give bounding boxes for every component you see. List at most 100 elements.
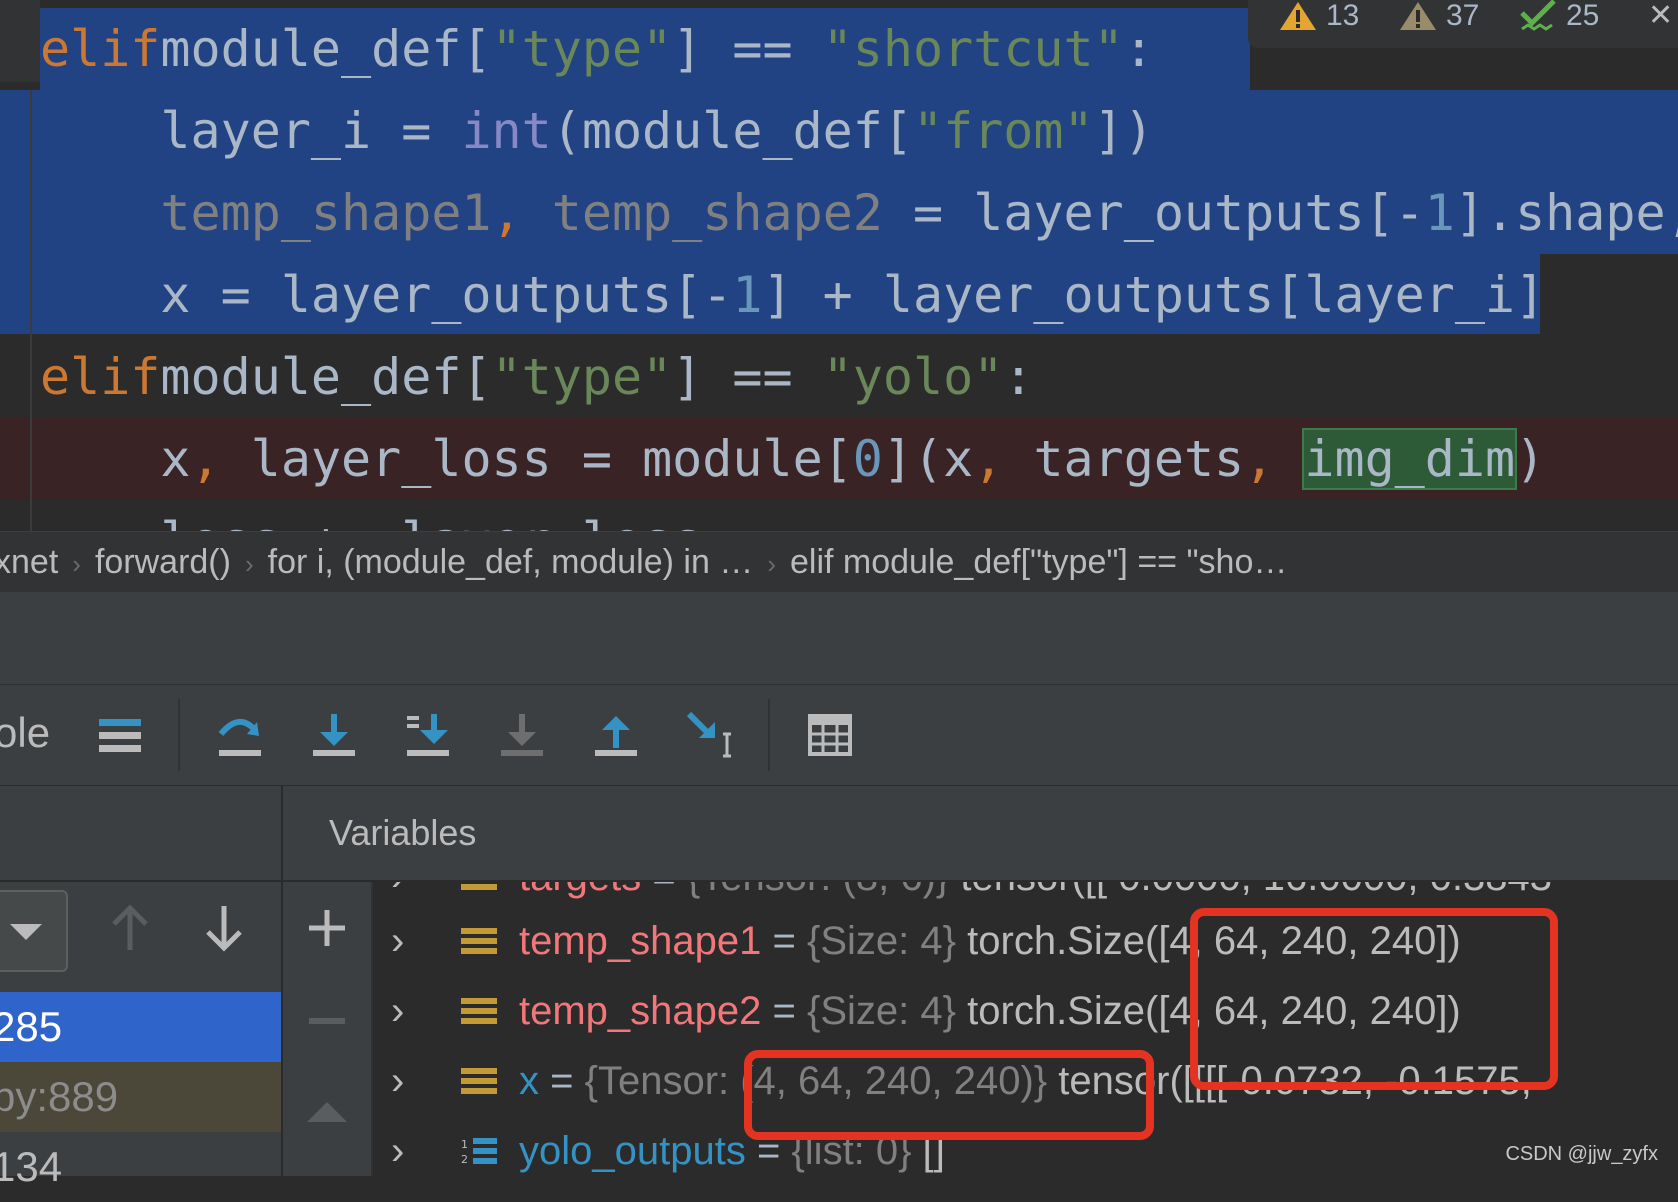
svg-text:2: 2 xyxy=(461,1153,468,1166)
code-token: loss += layer_loss xyxy=(40,512,702,531)
code-token: , xyxy=(190,430,251,488)
code-token: temp_shape2 xyxy=(551,184,883,242)
thread-dropdown[interactable] xyxy=(0,890,68,972)
arrow-down-icon[interactable] xyxy=(204,904,244,952)
code-token: ] == xyxy=(672,20,823,78)
code-line-6-breakpoint[interactable]: x, layer_loss = module[0](x, targets, im… xyxy=(0,418,1678,500)
remove-watch-icon[interactable] xyxy=(307,1016,347,1026)
code-token: "yolo" xyxy=(822,348,1004,406)
code-token: layer_loss = module[ xyxy=(250,430,853,488)
warning-icon xyxy=(1280,2,1316,30)
breadcrumb-item-loop[interactable]: for i, (module_def, module) in … xyxy=(268,543,754,581)
step-out-icon[interactable] xyxy=(588,707,644,763)
code-token: ].shape, xyxy=(1454,184,1678,242)
warnings-count[interactable]: 37 xyxy=(1398,0,1479,36)
code-token: int xyxy=(461,102,552,160)
code-token: = layer_outputs[- xyxy=(882,184,1425,242)
breadcrumb-item-method[interactable]: forward() xyxy=(95,543,231,581)
frame-row[interactable]: py:889 xyxy=(0,1062,281,1132)
step-into-my-code-icon[interactable] xyxy=(400,707,456,763)
code-token: module_def[ xyxy=(160,20,492,78)
chevron-right-icon[interactable]: › xyxy=(391,1046,404,1116)
add-watch-icon[interactable] xyxy=(307,908,347,948)
code-line-2[interactable]: layer_i = int(module_def["from"]) xyxy=(0,90,1678,172)
code-token: ] + layer_outputs[layer_i] xyxy=(762,266,1546,324)
variables-title: Variables xyxy=(329,812,477,853)
code-token: (module_def[ xyxy=(551,102,913,160)
chevron-right-icon[interactable]: › xyxy=(391,1116,404,1176)
frames-panel: 285 py:889 134 xyxy=(0,786,283,1190)
code-token: temp_shape1 xyxy=(40,184,492,242)
force-step-into-icon[interactable] xyxy=(494,707,550,763)
code-token: "type" xyxy=(491,20,673,78)
weak-warning-icon xyxy=(1400,2,1436,30)
frame-row[interactable]: 134 xyxy=(0,1132,281,1202)
code-line-5[interactable]: elifmodule_def["type"] == "yolo": xyxy=(0,336,1678,418)
arrow-up-icon[interactable] xyxy=(110,904,150,952)
code-line-1[interactable]: elifmodule_def["type"] == "shortcut": xyxy=(40,8,1250,90)
field-icon xyxy=(461,928,497,954)
frames-controls xyxy=(0,882,281,974)
code-token: targets xyxy=(1033,430,1245,488)
code-token: "shortcut" xyxy=(822,20,1124,78)
variables-side-toolbar xyxy=(283,882,373,1176)
debug-tool-window-header xyxy=(0,592,1678,685)
typos-count[interactable]: 25 xyxy=(1518,0,1599,36)
code-token: elif xyxy=(40,348,161,406)
variables-header: Variables xyxy=(283,786,1678,882)
list-icon: 12 xyxy=(461,1138,497,1166)
code-token: x xyxy=(40,430,191,488)
code-line-7[interactable]: loss += layer_loss xyxy=(0,500,1678,531)
indent-guide xyxy=(30,90,32,531)
code-token: ]) xyxy=(1093,102,1154,160)
field-icon xyxy=(461,1068,497,1094)
code-token: 0 xyxy=(852,430,883,488)
code-token: elif xyxy=(40,20,161,78)
breadcrumb: xnet › forward() › for i, (module_def, modul… xyxy=(0,531,1678,592)
code-token: 1 xyxy=(732,266,763,324)
field-icon xyxy=(461,884,497,890)
code-token: , xyxy=(491,184,552,242)
frames-header xyxy=(0,786,281,882)
code-token: "from" xyxy=(912,102,1094,160)
chevron-right-icon[interactable]: › xyxy=(391,906,404,976)
frames-menu-icon[interactable] xyxy=(92,707,148,763)
code-token: x = layer_outputs[- xyxy=(40,266,733,324)
code-token: ] == xyxy=(672,348,823,406)
code-token: layer_i = xyxy=(40,102,462,160)
errors-count[interactable]: 13 xyxy=(1278,0,1359,36)
breadcrumb-item-branch[interactable]: elif module_def["type"] == "sho… xyxy=(790,543,1287,581)
frame-row-selected[interactable]: 285 xyxy=(0,992,281,1062)
code-editor[interactable]: elifmodule_def["type"] == "shortcut": la… xyxy=(0,0,1678,531)
move-up-icon[interactable] xyxy=(305,1100,349,1124)
annotation-box-x-shape xyxy=(744,1050,1154,1140)
code-token: : xyxy=(1003,348,1034,406)
code-token: 1 xyxy=(1424,184,1455,242)
gutter-marker xyxy=(0,0,40,82)
chevron-down-icon xyxy=(10,924,42,940)
evaluate-expression-icon[interactable] xyxy=(802,707,858,763)
step-into-icon[interactable] xyxy=(306,707,362,763)
code-line-4[interactable]: x = layer_outputs[-1] + layer_outputs[la… xyxy=(0,254,1678,336)
debugger-toolbar: ole xyxy=(0,685,1678,787)
typo-check-icon xyxy=(1520,0,1556,31)
chevron-right-icon[interactable]: › xyxy=(391,976,404,1046)
annotation-box-shapes xyxy=(1190,908,1558,1090)
svg-text:1: 1 xyxy=(461,1138,468,1151)
run-to-cursor-icon[interactable] xyxy=(684,707,740,763)
close-icon[interactable]: ✕ xyxy=(1648,0,1673,36)
inspection-widget[interactable]: 13 37 25 ✕ xyxy=(1248,0,1678,48)
highlighted-identifier: img_dim xyxy=(1302,428,1518,490)
breadcrumb-item-class[interactable]: xnet xyxy=(0,543,58,581)
code-token: ](x xyxy=(882,430,974,488)
code-token: ) xyxy=(1515,430,1546,488)
step-over-icon[interactable] xyxy=(212,707,268,763)
code-token: "type" xyxy=(491,348,673,406)
field-icon xyxy=(461,998,497,1024)
code-token: module_def[ xyxy=(160,348,492,406)
watermark: CSDN @jjw_zyfx xyxy=(1505,1143,1658,1165)
code-line-3[interactable]: temp_shape1, temp_shape2 = layer_outputs… xyxy=(0,172,1678,254)
code-token: , xyxy=(973,430,1034,488)
console-tab-label[interactable]: ole xyxy=(0,709,50,757)
code-token: , xyxy=(1244,430,1305,488)
